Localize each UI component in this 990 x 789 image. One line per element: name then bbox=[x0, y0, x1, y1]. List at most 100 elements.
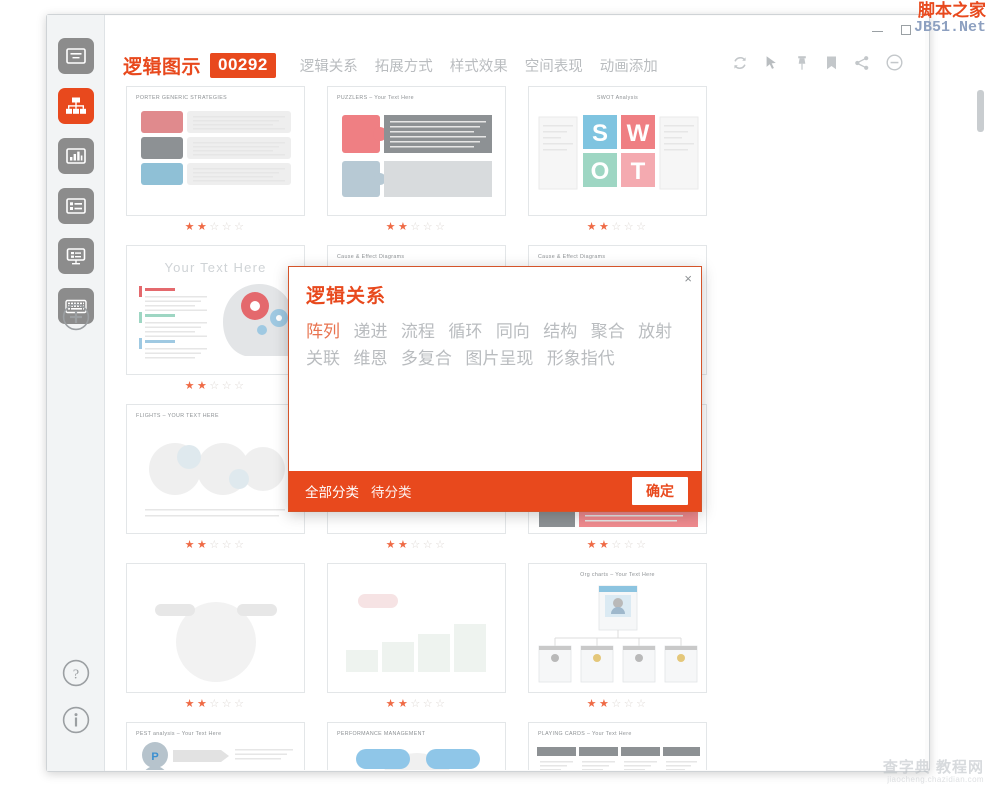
confirm-button[interactable]: 确定 bbox=[632, 477, 688, 505]
rating-stars[interactable]: ★★☆☆☆ bbox=[528, 699, 707, 710]
template-card-cell: PLAYING CARDS – Your Text Here★★☆☆☆ bbox=[528, 722, 729, 770]
template-card[interactable]: S W O T SWOT Analysis bbox=[528, 86, 707, 216]
rating-stars[interactable]: ★★☆☆☆ bbox=[126, 222, 305, 233]
add-icon[interactable] bbox=[62, 303, 90, 336]
scrollbar-thumb[interactable] bbox=[977, 90, 984, 132]
rating-stars[interactable]: ★★☆☆☆ bbox=[126, 381, 305, 392]
tag-multi-comp[interactable]: 多复合 bbox=[401, 349, 452, 368]
tag-symbolic[interactable]: 形象指代 bbox=[547, 349, 615, 368]
pin-icon[interactable] bbox=[795, 55, 809, 76]
tag-cycle[interactable]: 循环 bbox=[448, 322, 482, 341]
cursor-icon[interactable] bbox=[764, 55, 779, 76]
template-card-cell: S W O T SWOT Analysis ★★☆☆☆ bbox=[528, 86, 729, 233]
tag-structure[interactable]: 结构 bbox=[543, 322, 577, 341]
template-card[interactable]: Your Text Here bbox=[126, 245, 305, 375]
dialog-footer: 全部分类 待分类 确定 bbox=[289, 471, 701, 511]
svg-text:S: S bbox=[592, 120, 608, 147]
dialog-tag-row-1: 阵列 递进 流程 循环 同向 结构 聚合 放射 bbox=[306, 319, 686, 346]
tab-expand-mode[interactable]: 拓展方式 bbox=[375, 55, 433, 76]
tab-bar: 逻辑关系 拓展方式 样式效果 空间表现 动画添加 bbox=[300, 55, 658, 76]
watermark-site-url: JB51.Net bbox=[913, 18, 986, 36]
rating-stars[interactable]: ★★☆☆☆ bbox=[528, 222, 707, 233]
sidebar-item-chart[interactable] bbox=[58, 138, 94, 174]
template-card[interactable]: FLIGHTS – YOUR TEXT HERE bbox=[126, 404, 305, 534]
sidebar: ? bbox=[47, 15, 105, 771]
tab-animation-add[interactable]: 动画添加 bbox=[600, 55, 658, 76]
page-title: 逻辑图示 bbox=[123, 56, 202, 78]
svg-text:?: ? bbox=[73, 668, 79, 683]
sidebar-icon-list bbox=[47, 38, 105, 338]
template-card[interactable] bbox=[126, 563, 305, 693]
share-icon[interactable] bbox=[854, 55, 870, 76]
tag-radiate[interactable]: 放射 bbox=[638, 322, 672, 341]
rating-stars[interactable]: ★★☆☆☆ bbox=[528, 540, 707, 551]
toolbar bbox=[732, 54, 925, 76]
tag-flow[interactable]: 流程 bbox=[401, 322, 435, 341]
minus-circle-icon[interactable] bbox=[886, 54, 903, 76]
rating-stars[interactable]: ★★☆☆☆ bbox=[327, 699, 506, 710]
tab-logic-relation[interactable]: 逻辑关系 bbox=[300, 55, 358, 76]
template-card-cell: PERFORMANCE MANAGEMENT★★☆☆☆ bbox=[327, 722, 528, 770]
watermark-tutorial-name: 查字典 教程网 bbox=[882, 758, 984, 776]
tag-same-dir[interactable]: 同向 bbox=[496, 322, 530, 341]
maximize-button[interactable] bbox=[901, 24, 911, 37]
template-card-title: Cause & Effect Diagrams bbox=[337, 254, 405, 260]
info-icon[interactable] bbox=[62, 706, 90, 739]
template-card-cell: P E S T PEST analysis – Your Text Here★★… bbox=[126, 722, 327, 770]
tag-array[interactable]: 阵列 bbox=[306, 322, 340, 341]
template-card-title: PLAYING CARDS – Your Text Here bbox=[538, 731, 632, 737]
svg-text:W: W bbox=[627, 120, 650, 147]
footer-uncategorized[interactable]: 待分类 bbox=[371, 481, 412, 501]
sidebar-item-hierarchy[interactable] bbox=[58, 88, 94, 124]
tag-relation[interactable]: 关联 bbox=[306, 349, 340, 368]
template-card[interactable]: Org charts – Your Text Here bbox=[528, 563, 707, 693]
sidebar-item-list[interactable] bbox=[58, 188, 94, 224]
rating-stars[interactable]: ★★☆☆☆ bbox=[327, 540, 506, 551]
watermark-top-right: 脚本之家 JB51.Net bbox=[914, 2, 986, 36]
sidebar-item-slide[interactable] bbox=[58, 38, 94, 74]
template-count-badge: 00292 bbox=[210, 52, 276, 78]
app-root: ? 逻辑图示 00292 逻辑关系 拓展方式 样式效果 空间表现 动画添加 PO… bbox=[0, 0, 990, 789]
template-card[interactable] bbox=[327, 563, 506, 693]
template-card-title: PEST analysis – Your Text Here bbox=[136, 731, 222, 737]
template-card-cell: ★★☆☆☆ bbox=[327, 563, 528, 710]
sidebar-bottom-group: ? bbox=[47, 659, 105, 739]
svg-text:T: T bbox=[631, 158, 646, 185]
refresh-icon[interactable] bbox=[732, 55, 748, 76]
dialog-title: 逻辑关系 bbox=[306, 286, 387, 307]
svg-text:O: O bbox=[591, 158, 610, 185]
rating-stars[interactable]: ★★☆☆☆ bbox=[126, 699, 305, 710]
template-card[interactable]: PLAYING CARDS – Your Text Here bbox=[528, 722, 707, 770]
tag-image-show[interactable]: 图片呈现 bbox=[465, 349, 533, 368]
tag-venn[interactable]: 维恩 bbox=[353, 349, 387, 368]
scrollbar-track[interactable] bbox=[977, 88, 984, 760]
minimize-button[interactable] bbox=[872, 24, 883, 37]
watermark-tutorial-url: jiaocheng.chazidian.com bbox=[887, 775, 984, 785]
titlebar bbox=[106, 16, 925, 44]
template-card-placeholder-text: Your Text Here bbox=[164, 260, 267, 275]
template-card[interactable]: PORTER GENERIC STRATEGIES bbox=[126, 86, 305, 216]
template-card-cell: PUZZLERS – Your Text Here ★★☆☆☆ bbox=[327, 86, 528, 233]
dialog-tag-list: 阵列 递进 流程 循环 同向 结构 聚合 放射 关联 维恩 多复合 图片呈现 形… bbox=[306, 319, 686, 373]
close-icon[interactable]: × bbox=[684, 272, 692, 285]
svg-text:P: P bbox=[151, 751, 158, 763]
sidebar-item-presentation[interactable] bbox=[58, 238, 94, 274]
tab-space-display[interactable]: 空间表现 bbox=[525, 55, 583, 76]
help-icon[interactable]: ? bbox=[62, 659, 90, 692]
template-card[interactable]: PERFORMANCE MANAGEMENT bbox=[327, 722, 506, 770]
template-card[interactable]: PUZZLERS – Your Text Here bbox=[327, 86, 506, 216]
tag-progress[interactable]: 递进 bbox=[353, 322, 387, 341]
bookmark-icon[interactable] bbox=[825, 55, 838, 76]
rating-stars[interactable]: ★★☆☆☆ bbox=[126, 540, 305, 551]
template-card-cell: Org charts – Your Text Here ★★☆☆☆ bbox=[528, 563, 729, 710]
tab-style-effect[interactable]: 样式效果 bbox=[450, 55, 508, 76]
footer-all-categories[interactable]: 全部分类 bbox=[305, 481, 359, 501]
tag-converge[interactable]: 聚合 bbox=[591, 322, 625, 341]
template-card-title: Org charts – Your Text Here bbox=[580, 572, 655, 578]
template-card-title: PERFORMANCE MANAGEMENT bbox=[337, 731, 426, 737]
template-card[interactable]: P E S T PEST analysis – Your Text Here bbox=[126, 722, 305, 770]
logic-relation-dialog: × 逻辑关系 阵列 递进 流程 循环 同向 结构 聚合 放射 关联 维恩 多复合… bbox=[288, 266, 702, 512]
rating-stars[interactable]: ★★☆☆☆ bbox=[327, 222, 506, 233]
header: 逻辑图示 00292 逻辑关系 拓展方式 样式效果 空间表现 动画添加 bbox=[106, 44, 925, 86]
template-card-cell: PORTER GENERIC STRATEGIES ★★☆☆☆ bbox=[126, 86, 327, 233]
